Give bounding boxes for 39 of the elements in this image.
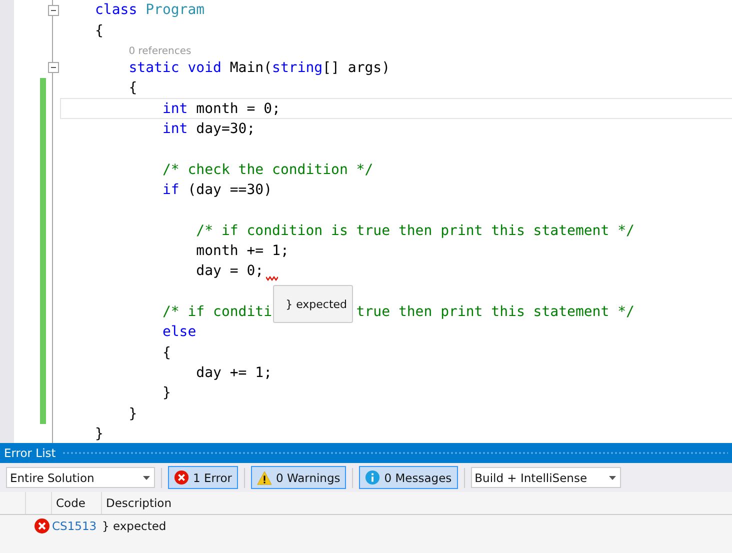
code-line: day = 0; [196,263,264,280]
code-line: if (day ==30) [162,182,272,198]
error-icon [34,518,50,534]
code-line: int month = 0; [162,100,280,117]
code-line: } [95,426,104,442]
panel-title: Error List [4,446,56,460]
code-line: { [162,344,171,361]
code-line: class Program [95,2,205,18]
code-line: /* check the condition */ [162,162,374,178]
collapse-icon[interactable] [48,4,58,16]
code-line: } [128,406,138,422]
error-tooltip: } expected [272,285,353,324]
code-line: month += 1; [196,242,289,259]
code-line: int day=30; [162,120,256,137]
code-line: day += 1; [196,365,272,382]
filter-toggle-button[interactable]: 1 Error [168,466,238,489]
filter-toggle-button[interactable]: 0 Messages [359,466,458,489]
code-line: /* if conditi [162,304,272,320]
code-line: /* if condition is true then print this statement */ [196,222,634,239]
code-line: { [95,22,104,39]
filter-toggle-button[interactable]: 0 Warnings [251,466,346,489]
source-dropdown[interactable]: Build + IntelliSense [470,467,621,488]
scope-dropdown[interactable]: Entire Solution [6,467,155,488]
code-line: } [162,385,171,402]
caret-icon [143,476,150,480]
column-header[interactable]: Code [56,496,86,510]
code-line: { [128,80,138,96]
column-header[interactable]: Description [106,496,172,510]
info-icon [365,470,380,485]
warning-icon [257,470,272,484]
code-line: static void Main(string[] args) [128,60,390,76]
error-description: } expected [102,519,166,533]
caret-icon [608,476,616,480]
code-line: else [162,324,196,340]
collapse-icon[interactable] [48,62,58,74]
code-line: true then print this statement */ [356,304,634,320]
error-code-link[interactable]: CS1513 [52,519,102,533]
error-icon [174,470,189,485]
error-squiggle [266,276,278,282]
